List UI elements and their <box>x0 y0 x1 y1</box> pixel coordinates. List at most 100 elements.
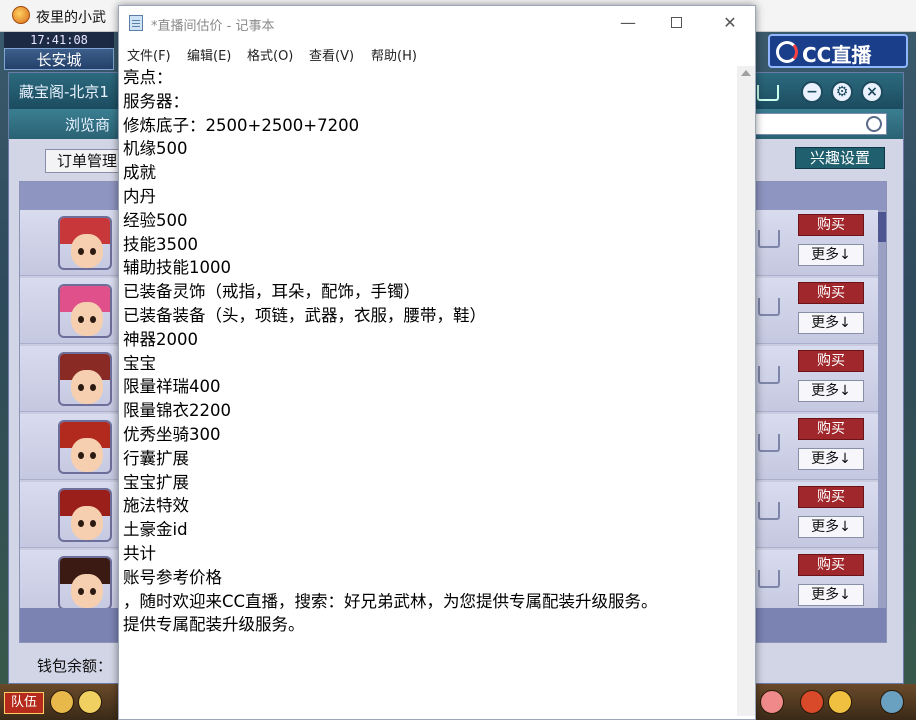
more-button[interactable]: 更多↓ <box>798 244 864 266</box>
character-avatar[interactable] <box>58 352 112 406</box>
avatar-eye <box>78 452 84 459</box>
minimize-button[interactable]: — <box>605 10 651 36</box>
buy-button[interactable]: 购买 <box>798 214 864 236</box>
avatar-face <box>71 506 103 540</box>
menu-format[interactable]: 格式(O) <box>247 45 293 64</box>
avatar-face <box>71 234 103 268</box>
character-avatar[interactable] <box>58 284 112 338</box>
character-avatar[interactable] <box>58 488 112 542</box>
interest-settings-button[interactable]: 兴趣设置 <box>795 147 885 169</box>
cc-live-logo: CC直播 <box>768 34 908 68</box>
text-line[interactable]: 宝宝 <box>123 352 737 376</box>
avatar-eye <box>78 384 84 391</box>
avatar-face <box>71 438 103 472</box>
buy-button[interactable]: 购买 <box>798 350 864 372</box>
avatar-eye <box>90 588 96 595</box>
more-button[interactable]: 更多↓ <box>798 312 864 334</box>
text-line[interactable]: 服务器： <box>123 90 737 114</box>
notepad-titlebar[interactable]: *直播间估价 - 记事本 — ✕ <box>119 6 755 38</box>
avatar-eye <box>90 316 96 323</box>
cart-icon[interactable] <box>758 366 780 384</box>
microphone-icon[interactable] <box>50 690 74 714</box>
text-line[interactable]: 账号参考价格 <box>123 566 737 590</box>
shop-settings-button[interactable]: ⚙ <box>831 81 853 103</box>
alert-icon[interactable] <box>800 690 824 714</box>
chat-icon[interactable] <box>78 690 102 714</box>
cc-logo-text: CC直播 <box>802 43 872 67</box>
menu-file[interactable]: 文件(F) <box>127 45 171 64</box>
text-line[interactable]: 限量祥瑞400 <box>123 375 737 399</box>
system-icon[interactable] <box>880 690 904 714</box>
text-line[interactable]: 亮点： <box>123 66 737 90</box>
notepad-app-icon <box>129 15 143 31</box>
notepad-text-area[interactable]: 亮点： 服务器： 修炼底子：2500+2500+7200 机缘500 成就 内丹 经验500… <box>123 66 737 716</box>
menu-view[interactable]: 查看(V) <box>309 45 354 64</box>
scroll-up-arrow-icon[interactable] <box>741 70 751 76</box>
text-line[interactable]: 内丹 <box>123 185 737 209</box>
peach-icon[interactable] <box>760 690 784 714</box>
cart-icon[interactable] <box>758 230 780 248</box>
cc-logo-icon <box>776 41 798 63</box>
avatar-face <box>71 574 103 608</box>
more-button[interactable]: 更多↓ <box>798 448 864 470</box>
text-line[interactable]: 已装备装备（头，项链，武器，衣服，腰带，鞋） <box>123 304 737 328</box>
cart-icon[interactable] <box>758 502 780 520</box>
text-line[interactable]: 成就 <box>123 161 737 185</box>
shop-close-button[interactable]: × <box>861 81 883 103</box>
browse-label[interactable]: 浏览商 <box>65 114 110 135</box>
avatar-eye <box>90 248 96 255</box>
text-line[interactable]: 提供专属配装升级服务。 <box>123 613 737 637</box>
text-line[interactable]: 神器2000 <box>123 328 737 352</box>
text-line[interactable]: 优秀坐骑300 <box>123 423 737 447</box>
avatar-face <box>71 302 103 336</box>
buy-button[interactable]: 购买 <box>798 282 864 304</box>
text-line[interactable]: 宝宝扩展 <box>123 471 737 495</box>
text-line[interactable]: 经验500 <box>123 209 737 233</box>
notepad-vertical-scrollbar[interactable] <box>737 66 755 716</box>
text-line[interactable]: 共计 <box>123 542 737 566</box>
menu-edit[interactable]: 编辑(E) <box>187 45 231 64</box>
menu-help[interactable]: 帮助(H) <box>371 45 417 64</box>
avatar-eye <box>90 520 96 527</box>
team-button[interactable]: 队伍 <box>4 692 44 714</box>
close-button[interactable]: ✕ <box>707 10 753 36</box>
shop-title: 藏宝阁-北京1 <box>19 83 109 101</box>
buy-button[interactable]: 购买 <box>798 554 864 576</box>
character-avatar[interactable] <box>58 420 112 474</box>
avatar-eye <box>78 316 84 323</box>
shop-minimize-button[interactable]: − <box>801 81 823 103</box>
emote-icon[interactable] <box>828 690 852 714</box>
text-line[interactable]: 技能3500 <box>123 233 737 257</box>
more-button[interactable]: 更多↓ <box>798 584 864 606</box>
text-line[interactable]: 辅助技能1000 <box>123 256 737 280</box>
text-line[interactable]: 修炼底子：2500+2500+7200 <box>123 114 737 138</box>
cart-icon[interactable] <box>758 298 780 316</box>
game-window-title: 夜里的小武 <box>36 10 106 26</box>
more-button[interactable]: 更多↓ <box>798 380 864 402</box>
text-line[interactable]: 施法特效 <box>123 494 737 518</box>
text-line[interactable]: 限量锦衣2200 <box>123 399 737 423</box>
more-button[interactable]: 更多↓ <box>798 516 864 538</box>
character-avatar[interactable] <box>58 556 112 610</box>
avatar-eye <box>78 248 84 255</box>
buy-button[interactable]: 购买 <box>798 418 864 440</box>
game-location: 长安城 <box>4 48 114 70</box>
maximize-button[interactable] <box>653 10 699 36</box>
notepad-title: *直播间估价 - 记事本 <box>151 19 275 34</box>
text-line[interactable]: ，随时欢迎来CC直播，搜索：好兄弟武林，为您提供专属配装升级服务。 <box>123 590 737 614</box>
text-line[interactable]: 已装备灵饰（戒指，耳朵，配饰，手镯） <box>123 280 737 304</box>
character-avatar[interactable] <box>58 216 112 270</box>
search-icon[interactable] <box>866 116 882 132</box>
cart-icon[interactable] <box>757 85 779 101</box>
notepad-window: *直播间估价 - 记事本 — ✕ 文件(F) 编辑(E) 格式(O) 查看(V)… <box>118 5 756 720</box>
shop-scrollbar[interactable] <box>878 210 886 608</box>
shop-scroll-thumb[interactable] <box>878 212 886 242</box>
text-line[interactable]: 行囊扩展 <box>123 447 737 471</box>
text-line[interactable]: 机缘500 <box>123 137 737 161</box>
cart-icon[interactable] <box>758 434 780 452</box>
text-line[interactable]: 土豪金id <box>123 518 737 542</box>
order-management-button[interactable]: 订单管理 <box>45 149 129 173</box>
cart-icon[interactable] <box>758 570 780 588</box>
buy-button[interactable]: 购买 <box>798 486 864 508</box>
shop-search-input[interactable] <box>753 113 887 135</box>
